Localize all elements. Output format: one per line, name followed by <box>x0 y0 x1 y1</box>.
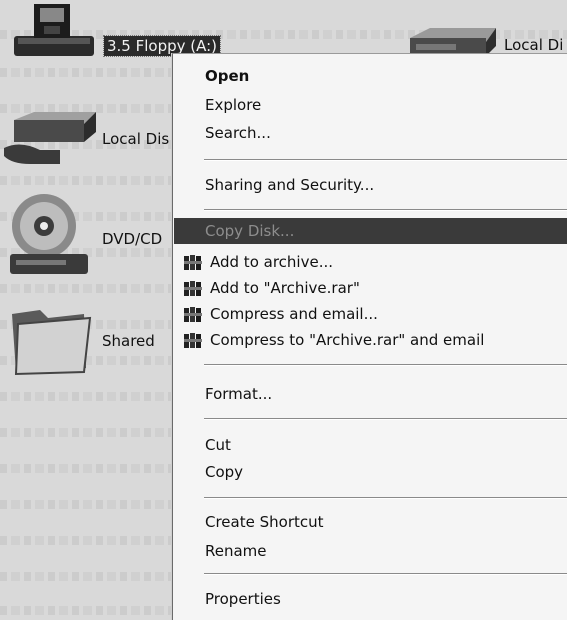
menu-item-copy[interactable]: Copy <box>174 459 567 485</box>
desktop-icon-shared[interactable]: Shared <box>0 300 172 380</box>
floppy-drive-icon <box>14 4 94 56</box>
menu-separator <box>204 497 567 499</box>
winrar-books-icon <box>184 307 202 322</box>
menu-item-label: Add to "Archive.rar" <box>210 279 360 297</box>
menu-item-open[interactable]: Open <box>174 63 567 89</box>
menu-item-create-shortcut[interactable]: Create Shortcut <box>174 509 567 535</box>
menu-item-search[interactable]: Search... <box>174 120 567 146</box>
menu-item-label: Explore <box>205 96 262 114</box>
desktop-icon-local-disk-d[interactable]: Local Dis <box>0 110 172 170</box>
winrar-books-icon <box>184 255 202 270</box>
menu-item-label: Compress and email... <box>210 305 378 323</box>
desktop-icon-dvd[interactable]: DVD/CD <box>0 190 172 280</box>
menu-item-properties[interactable]: Properties <box>174 586 567 612</box>
menu-item-label: Sharing and Security... <box>205 176 375 194</box>
menu-separator <box>204 364 567 366</box>
menu-separator <box>204 159 567 161</box>
menu-item-add-to-archive[interactable]: Add to archive... <box>174 249 567 275</box>
menu-item-add-to-archive-rar[interactable]: Add to "Archive.rar" <box>174 275 567 301</box>
menu-item-format[interactable]: Format... <box>174 381 567 407</box>
menu-item-explore[interactable]: Explore <box>174 92 567 118</box>
menu-separator <box>204 573 567 575</box>
menu-item-label: Compress to "Archive.rar" and email <box>210 331 485 349</box>
menu-item-cut[interactable]: Cut <box>174 432 567 458</box>
shared-hard-disk-icon <box>4 112 96 164</box>
menu-item-copy-disk[interactable]: Copy Disk... <box>174 218 567 244</box>
menu-item-label: Cut <box>205 436 231 454</box>
menu-item-label: Copy Disk... <box>205 222 295 240</box>
local-disk-label-right: Local Di <box>504 36 564 54</box>
local-disk-label-left: Local Dis <box>102 130 170 148</box>
menu-item-compress-email[interactable]: Compress and email... <box>174 301 567 327</box>
menu-separator <box>204 418 567 420</box>
menu-item-label: Format... <box>205 385 273 403</box>
menu-item-label: Add to archive... <box>210 253 333 271</box>
shared-label: Shared <box>102 332 155 350</box>
winrar-books-icon <box>184 333 202 348</box>
menu-item-sharing-security[interactable]: Sharing and Security... <box>174 172 567 198</box>
folder-icon <box>12 310 92 376</box>
menu-separator <box>204 209 567 211</box>
menu-item-label: Create Shortcut <box>205 513 324 531</box>
menu-item-label: Rename <box>205 542 267 560</box>
menu-item-label: Open <box>205 67 250 85</box>
menu-item-label: Search... <box>205 124 271 142</box>
context-menu: Open Explore Search... Sharing and Secur… <box>172 53 567 620</box>
menu-item-rename[interactable]: Rename <box>174 538 567 564</box>
dvd-label: DVD/CD <box>102 230 163 248</box>
menu-item-label: Properties <box>205 590 281 608</box>
menu-item-label: Copy <box>205 463 244 481</box>
desktop-icon-floppy[interactable]: 3.5 Floppy (A:) <box>0 0 270 60</box>
menu-item-compress-to-archive-rar-email[interactable]: Compress to "Archive.rar" and email <box>174 327 567 353</box>
dvd-drive-icon <box>10 194 88 274</box>
winrar-books-icon <box>184 281 202 296</box>
